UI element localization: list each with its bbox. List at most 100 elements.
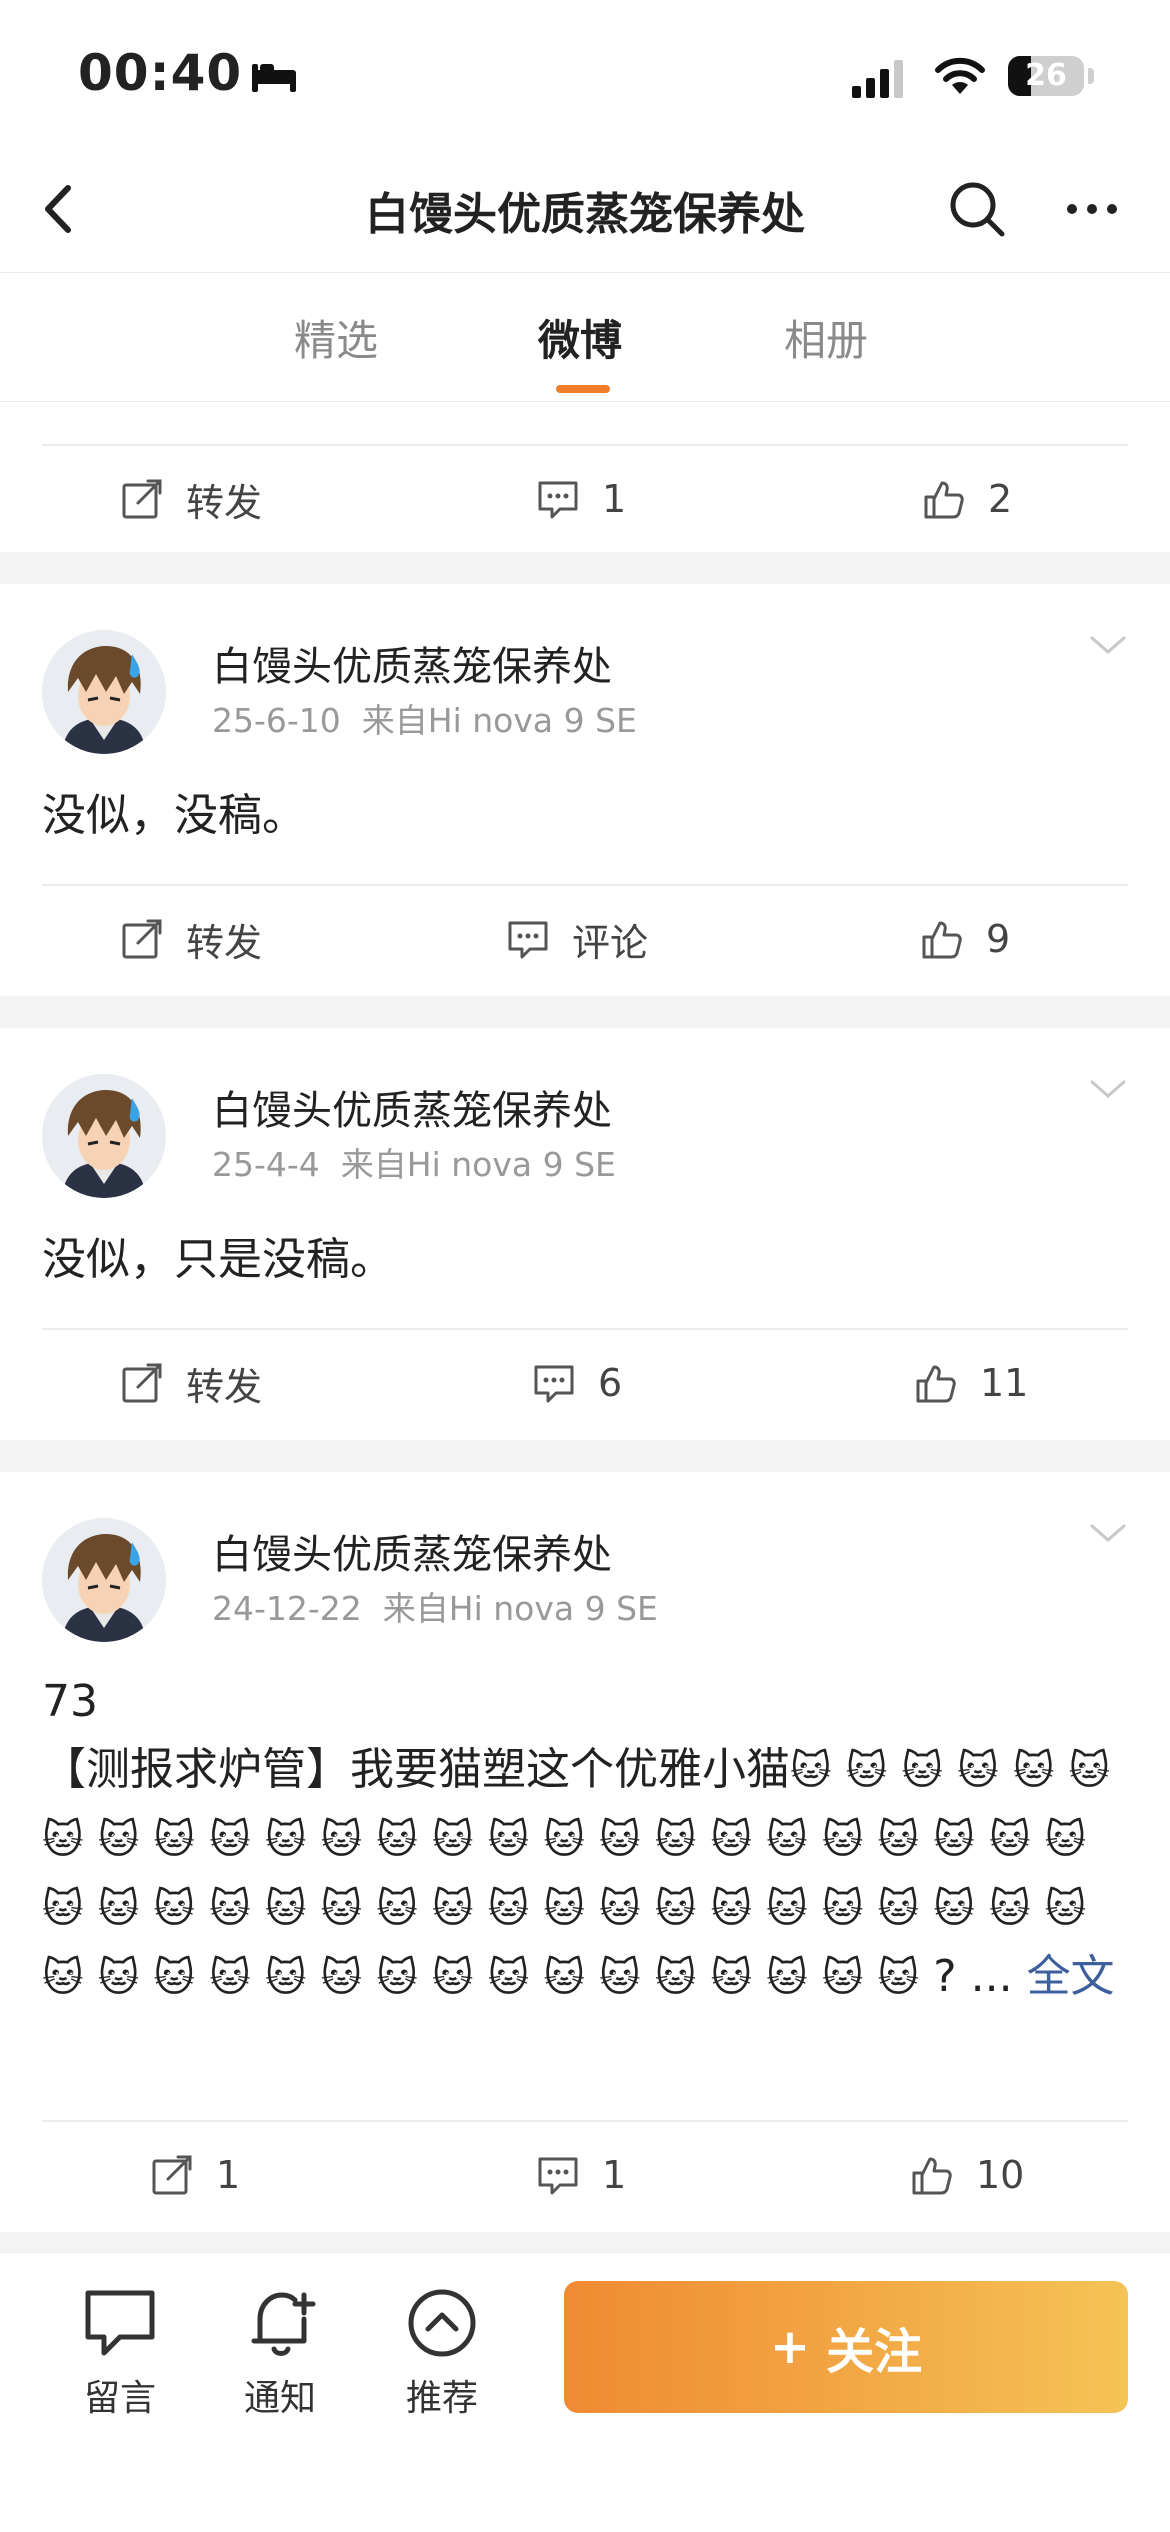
follow-label: 关注 — [826, 2324, 923, 2380]
avatar-image — [42, 630, 166, 754]
chevron-down-icon[interactable] — [1086, 1074, 1130, 1102]
search-icon[interactable] — [946, 178, 1008, 240]
more-options-icon[interactable] — [1064, 194, 1120, 224]
like-count: 9 — [986, 917, 1011, 961]
post-card: 白馒头优质蒸笼保养处 24-12-22 来自Hi nova 9 SE 73 【测… — [0, 1472, 1170, 2232]
comment-button[interactable]: 6 — [532, 1358, 622, 1408]
tab-weibo[interactable]: 微博 — [538, 307, 622, 368]
post-card: 白馒头优质蒸笼保养处 25-4-4 来自Hi nova 9 SE 没似，只是没稿… — [0, 1028, 1170, 1440]
post-author[interactable]: 白馒头优质蒸笼保养处 — [212, 1522, 612, 1580]
cat-emoji: 🐱 — [710, 1955, 753, 2001]
profile-tabs: 精选 微博 相册 — [0, 272, 1170, 402]
post-card: 白馒头优质蒸笼保养处 25-6-10 来自Hi nova 9 SE 没似，没稿。… — [0, 584, 1170, 996]
post-author[interactable]: 白馒头优质蒸笼保养处 — [212, 1078, 612, 1136]
battery-icon: 26 — [1008, 56, 1084, 96]
like-button[interactable]: 2 — [922, 474, 1012, 524]
post-author[interactable]: 白馒头优质蒸笼保养处 — [212, 634, 612, 692]
post-source: 来自Hi nova 9 SE — [361, 701, 637, 740]
follow-button[interactable]: + 关注 — [564, 2281, 1128, 2413]
cat-emoji: 🐱 — [209, 1955, 251, 2001]
cat-emoji: 🐱 — [153, 1955, 196, 2001]
post-actions: 转发 1 2 — [0, 448, 1170, 548]
post-card-partial: 转发 1 2 — [0, 402, 1170, 552]
avatar[interactable] — [42, 630, 166, 754]
comment-button[interactable]: 评论 — [506, 914, 648, 965]
repost-button[interactable]: 1 — [150, 2150, 240, 2200]
tab-featured[interactable]: 精选 — [294, 307, 378, 368]
repost-label: 转发 — [186, 1364, 263, 1409]
repost-button[interactable]: 转发 — [120, 1358, 263, 1409]
like-button[interactable]: 11 — [914, 1358, 1028, 1408]
comment-icon — [508, 921, 548, 959]
cat-emoji: 🐱 — [654, 1817, 697, 1863]
comment-count: 6 — [598, 1361, 623, 1405]
cat-emoji: 🐱 — [264, 1817, 307, 1863]
like-button[interactable]: 9 — [920, 914, 1010, 964]
feed: 转发 1 2 白馒头优质蒸笼保养处 25-6-10 来自Hi nova 9 SE… — [0, 402, 1170, 2252]
cat-emoji: 🐱 — [877, 1886, 920, 1932]
like-button[interactable]: 10 — [910, 2150, 1024, 2200]
post-meta: 24-12-22 来自Hi nova 9 SE — [212, 1582, 658, 1630]
cat-emoji: 🐱 — [710, 1817, 753, 1863]
cat-emoji: 🐱 — [654, 1886, 697, 1932]
thumbs-up-icon — [924, 481, 964, 519]
sleep-mode-icon — [252, 64, 296, 92]
active-tab-indicator — [556, 385, 610, 393]
cat-emoji: 🐱 — [790, 1748, 832, 1794]
avatar[interactable] — [42, 1518, 166, 1642]
post-text-body: 【测报求炉管】我要猫塑这个优雅小猫 🐱 🐱 🐱 🐱 🐱 🐱 🐱 🐱 🐱 🐱 🐱 🐱… — [42, 1736, 1128, 2012]
chevron-up-circle-icon — [408, 2289, 476, 2357]
comment-icon — [538, 2157, 578, 2195]
post-text: 没似，只是没稿。 — [42, 1234, 394, 1285]
repost-button[interactable]: 转发 — [120, 474, 262, 525]
cat-emoji: 🐱 — [901, 1748, 944, 1794]
like-count: 11 — [980, 1361, 1029, 1405]
plus-icon: + — [769, 2319, 811, 2375]
cat-emoji: 🐱 — [1012, 1748, 1055, 1794]
comment-button[interactable]: 1 — [536, 2150, 626, 2200]
cat-emoji: 🐱 — [654, 1955, 697, 2001]
post-text: 73 【测报求炉管】我要猫塑这个优雅小猫 🐱 🐱 🐱 🐱 🐱 🐱 🐱 🐱 🐱 🐱 … — [42, 1668, 1128, 2012]
comment-icon — [538, 481, 578, 519]
cat-emoji: 🐱 — [877, 1955, 920, 2001]
notify-button[interactable]: 通知 — [220, 2287, 340, 2421]
cat-emoji: 🐱 — [487, 1817, 530, 1863]
cat-emoji: 🐱 — [97, 1955, 140, 2001]
repost-count: 1 — [216, 2153, 241, 2197]
cat-emoji: 🐱 — [599, 1886, 641, 1932]
repost-icon — [122, 919, 162, 959]
nav-bar: 白馒头优质蒸笼保养处 — [0, 150, 1170, 272]
back-arrow-icon[interactable] — [30, 174, 90, 244]
thumbs-up-icon — [912, 2157, 952, 2195]
cat-emoji: 🐱 — [988, 1817, 1031, 1863]
cat-emoji: 🐱 — [209, 1886, 251, 1932]
full-text-link[interactable]: 全文 — [1027, 1951, 1115, 2002]
comment-message-button[interactable]: 留言 — [60, 2287, 180, 2421]
cat-emoji: 🐱 — [957, 1748, 999, 1794]
like-count: 10 — [976, 2153, 1025, 2197]
avatar[interactable] — [42, 1074, 166, 1198]
repost-icon — [122, 1363, 162, 1403]
recommend-label: 推荐 — [405, 2378, 478, 2419]
cat-emoji: 🐱 — [209, 1817, 251, 1863]
cat-emoji: 🐱 — [487, 1886, 530, 1932]
post-meta: 25-6-10 来自Hi nova 9 SE — [212, 694, 637, 742]
comment-button[interactable]: 1 — [536, 474, 626, 524]
recommend-button[interactable]: 推荐 — [382, 2287, 502, 2421]
bell-plus-icon — [251, 2292, 316, 2356]
cat-emoji: 🐱 — [431, 1955, 474, 2001]
post-date: 24-12-22 — [212, 1589, 362, 1628]
cat-emoji: 🐱 — [376, 1955, 418, 2001]
cat-emoji: 🐱 — [766, 1817, 808, 1863]
chevron-down-icon[interactable] — [1086, 630, 1130, 658]
cat-emoji: 🐱 — [320, 1955, 363, 2001]
post-actions: 转发 6 11 — [0, 1332, 1170, 1432]
post-source: 来自Hi nova 9 SE — [382, 1589, 658, 1628]
cat-emoji: 🐱 — [431, 1886, 474, 1932]
repost-button[interactable]: 转发 — [120, 914, 262, 965]
post-meta: 25-4-4 来自Hi nova 9 SE — [212, 1138, 616, 1186]
cat-emoji: 🐱 — [933, 1886, 975, 1932]
post-actions: 转发 评论 9 — [0, 888, 1170, 988]
chevron-down-icon[interactable] — [1086, 1518, 1130, 1546]
tab-album[interactable]: 相册 — [784, 307, 868, 368]
